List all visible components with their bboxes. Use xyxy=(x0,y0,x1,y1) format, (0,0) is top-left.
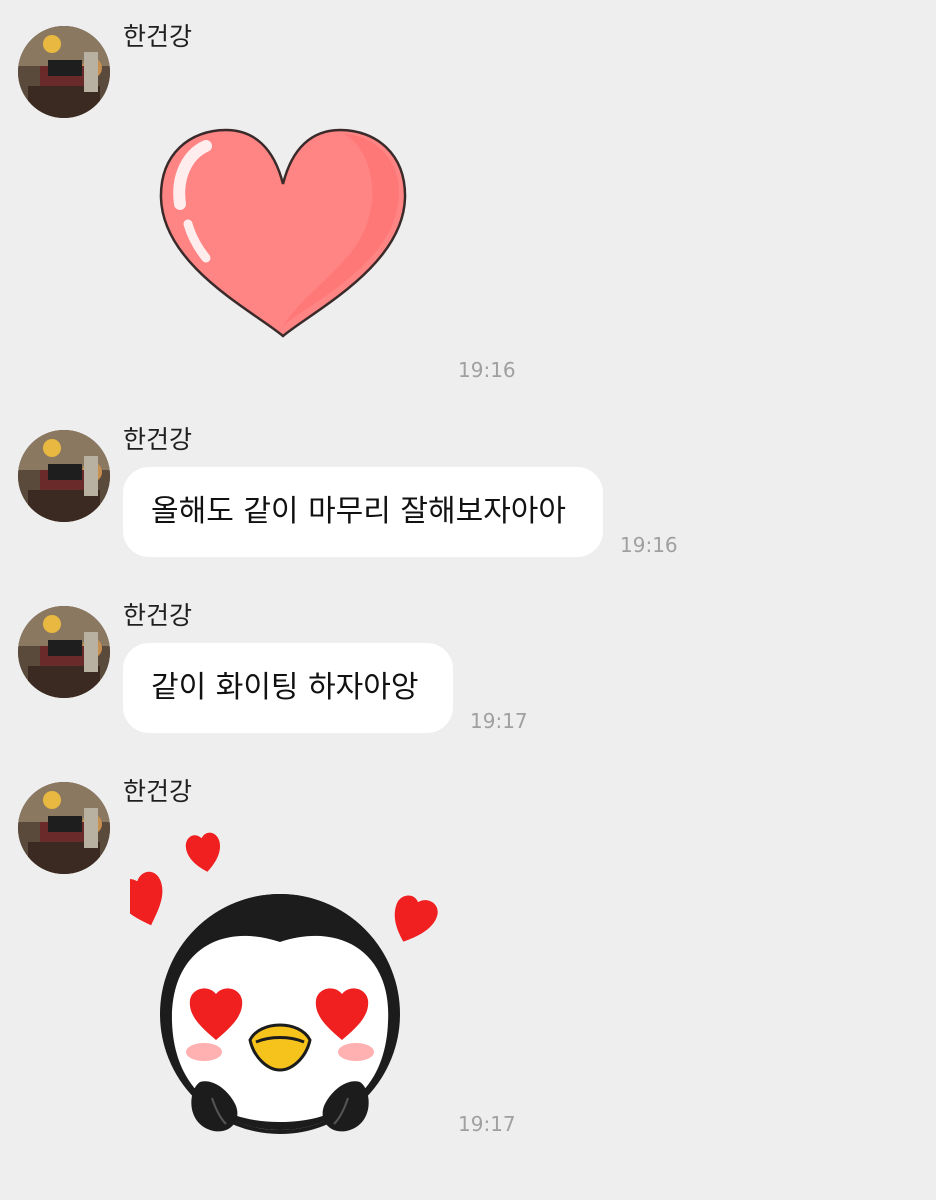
timestamp: 19:17 xyxy=(458,1112,516,1136)
sender-name: 한건강 xyxy=(123,425,193,454)
penguin-heart-eyes-sticker[interactable] xyxy=(116,822,440,1140)
avatar[interactable] xyxy=(18,26,110,118)
message-row: 한건강 19:16 xyxy=(0,0,936,400)
floating-heart-icon xyxy=(116,871,163,926)
floating-heart-icon xyxy=(185,832,221,872)
avatar-photo-icon xyxy=(18,782,110,874)
heart-sticker[interactable] xyxy=(158,126,408,340)
timestamp: 19:16 xyxy=(620,533,678,557)
message-row: 한건강 같이 화이팅 하자아앙 19:17 xyxy=(0,596,936,746)
avatar[interactable] xyxy=(18,430,110,522)
avatar-photo-icon xyxy=(18,26,110,118)
timestamp: 19:16 xyxy=(458,358,516,382)
message-row: 한건강 올해도 같이 마무리 잘해보자아아 19:16 xyxy=(0,420,936,570)
penguin-icon xyxy=(116,832,438,1134)
avatar[interactable] xyxy=(18,606,110,698)
avatar-photo-icon xyxy=(18,430,110,522)
sender-name: 한건강 xyxy=(123,601,193,630)
avatar-photo-icon xyxy=(18,606,110,698)
heart-icon xyxy=(159,128,407,338)
message-row: 한건강 19:17 xyxy=(0,772,936,1192)
sender-name: 한건강 xyxy=(123,777,193,806)
avatar[interactable] xyxy=(18,782,110,874)
message-bubble[interactable]: 같이 화이팅 하자아앙 xyxy=(123,643,453,733)
sender-name: 한건강 xyxy=(123,22,193,51)
floating-heart-icon xyxy=(394,895,438,942)
timestamp: 19:17 xyxy=(470,709,528,733)
message-bubble[interactable]: 올해도 같이 마무리 잘해보자아아 xyxy=(123,467,603,557)
